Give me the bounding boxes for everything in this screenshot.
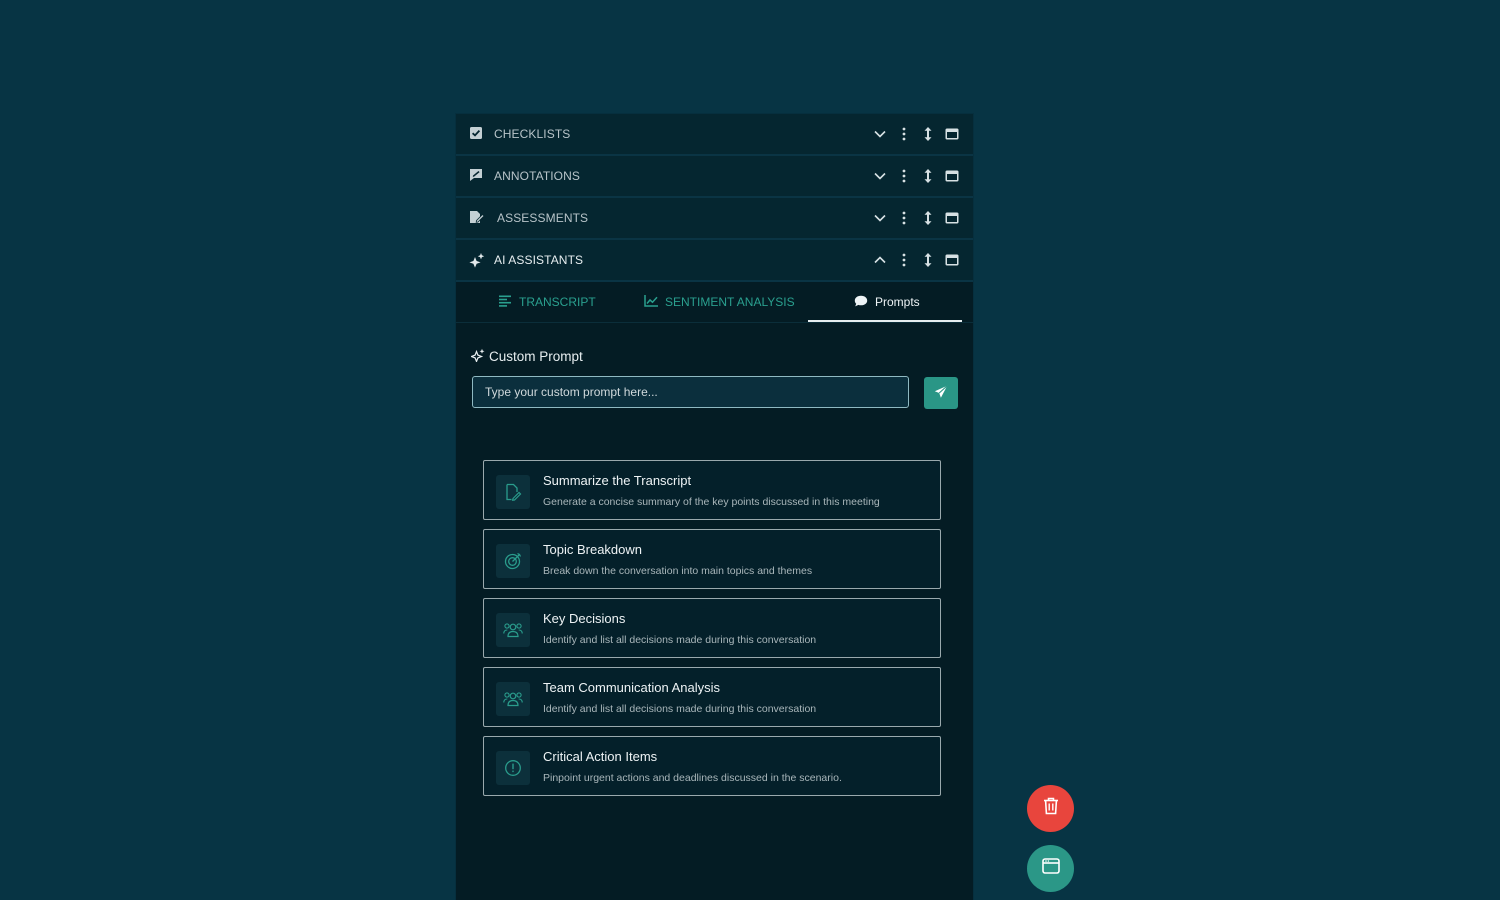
tab-label: SENTIMENT ANALYSIS <box>665 295 795 309</box>
chart-line-icon <box>644 294 658 310</box>
prompt-card-description: Generate a concise summary of the key po… <box>543 496 880 508</box>
transcript-icon <box>499 295 512 310</box>
tab-label: Prompts <box>875 295 920 309</box>
window-icon[interactable] <box>945 251 959 269</box>
prompt-card-team-communication[interactable]: Team Communication Analysis Identify and… <box>483 667 941 727</box>
prompt-card-description: Break down the conversation into main to… <box>543 565 813 577</box>
custom-prompt-heading: Custom Prompt <box>469 346 583 366</box>
assessment-icon <box>469 210 485 226</box>
group-icon <box>496 682 530 716</box>
prompt-card-critical-actions[interactable]: Critical Action Items Pinpoint urgent ac… <box>483 736 941 796</box>
section-assessments[interactable]: ASSESSMENTS <box>456 198 973 240</box>
chevron-down-icon[interactable] <box>873 167 887 185</box>
prompt-card-title: Team Communication Analysis <box>543 680 721 695</box>
chevron-up-icon[interactable] <box>873 251 887 269</box>
window-icon[interactable] <box>945 209 959 227</box>
prompt-card-summarize[interactable]: Summarize the Transcript Generate a conc… <box>483 460 941 520</box>
tab-label: TRANSCRIPT <box>519 295 596 309</box>
sparkle-icon <box>469 252 485 268</box>
window-icon[interactable] <box>945 167 959 185</box>
browser-window-icon <box>1041 858 1060 879</box>
prompt-card-description: Identify and list all decisions made dur… <box>543 634 817 646</box>
prompt-card-list: Summarize the Transcript Generate a conc… <box>483 460 941 805</box>
group-icon <box>496 613 530 647</box>
custom-prompt-title: Custom Prompt <box>489 348 583 364</box>
target-icon <box>496 544 530 578</box>
tab-transcript[interactable]: TRANSCRIPT <box>499 282 596 322</box>
chevron-down-icon[interactable] <box>873 209 887 227</box>
send-prompt-button[interactable] <box>924 377 958 409</box>
custom-prompt-input[interactable] <box>472 376 909 408</box>
drag-handle-icon[interactable] <box>921 167 935 185</box>
section-annotations[interactable]: ANNOTATIONS <box>456 156 973 198</box>
document-edit-icon <box>496 475 530 509</box>
prompt-card-title: Critical Action Items <box>543 749 658 764</box>
window-icon[interactable] <box>945 125 959 143</box>
trash-icon <box>1043 797 1059 820</box>
chat-bubble-icon <box>854 295 868 310</box>
section-ai-assistants[interactable]: AI ASSISTANTS <box>456 240 973 282</box>
prompt-card-description: Pinpoint urgent actions and deadlines di… <box>543 772 842 784</box>
delete-fab-button[interactable] <box>1027 785 1074 832</box>
send-icon <box>934 384 948 402</box>
more-vertical-icon[interactable] <box>897 251 911 269</box>
checkbox-icon <box>469 126 485 142</box>
alert-circle-icon <box>496 751 530 785</box>
drag-handle-icon[interactable] <box>921 251 935 269</box>
active-tab-indicator <box>808 320 962 322</box>
section-label: AI ASSISTANTS <box>494 253 584 267</box>
drag-handle-icon[interactable] <box>921 209 935 227</box>
more-vertical-icon[interactable] <box>897 125 911 143</box>
window-fab-button[interactable] <box>1027 845 1074 892</box>
prompt-card-title: Summarize the Transcript <box>543 473 692 488</box>
prompt-card-title: Topic Breakdown <box>543 542 642 557</box>
prompt-card-description: Identify and list all decisions made dur… <box>543 703 817 715</box>
section-checklists[interactable]: CHECKLISTS <box>456 114 973 156</box>
tab-sentiment-analysis[interactable]: SENTIMENT ANALYSIS <box>644 282 795 322</box>
ai-tabs: TRANSCRIPT SENTIMENT ANALYSIS Prompts <box>456 282 973 323</box>
more-vertical-icon[interactable] <box>897 209 911 227</box>
section-label: CHECKLISTS <box>494 127 571 141</box>
chevron-down-icon[interactable] <box>873 125 887 143</box>
section-label: ANNOTATIONS <box>494 169 580 183</box>
drag-handle-icon[interactable] <box>921 125 935 143</box>
sparkle-outline-icon <box>469 348 485 365</box>
prompt-card-title: Key Decisions <box>543 611 626 626</box>
annotation-icon <box>469 168 485 184</box>
tab-prompts[interactable]: Prompts <box>854 282 920 322</box>
prompt-card-key-decisions[interactable]: Key Decisions Identify and list all deci… <box>483 598 941 658</box>
prompt-card-topic-breakdown[interactable]: Topic Breakdown Break down the conversat… <box>483 529 941 589</box>
more-vertical-icon[interactable] <box>897 167 911 185</box>
section-label: ASSESSMENTS <box>497 211 589 225</box>
side-panel: CHECKLISTS ANNOTATIONS ASSESSMENTS AI AS… <box>456 114 973 900</box>
